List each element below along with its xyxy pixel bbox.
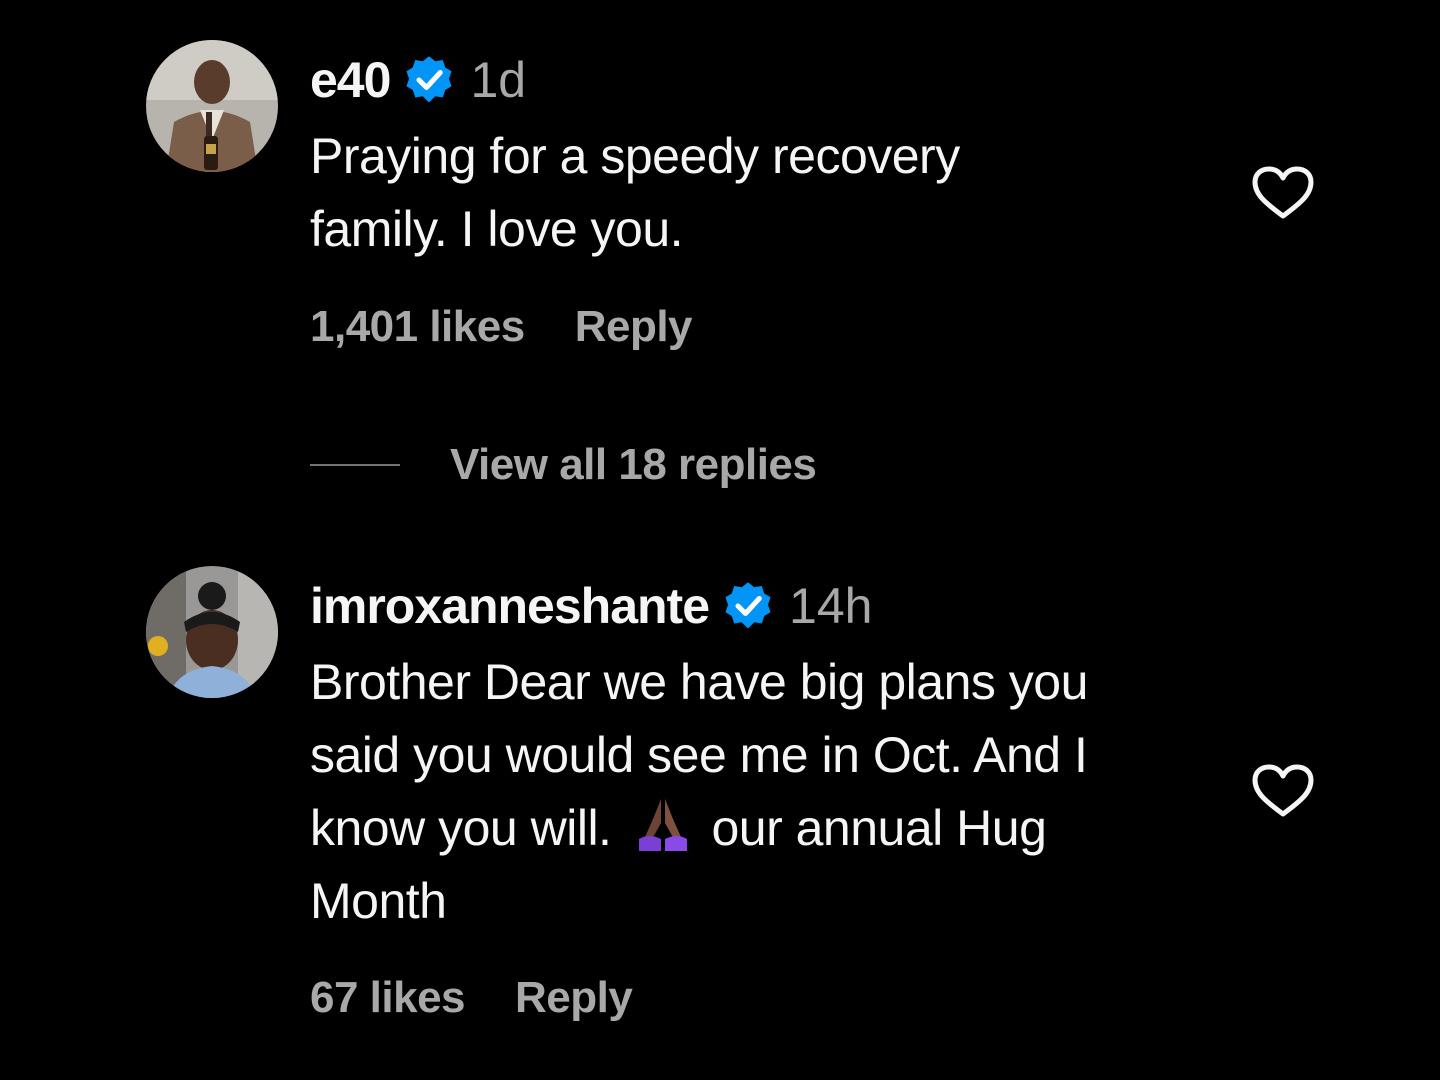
verified-badge-icon — [725, 582, 771, 629]
verified-badge-icon — [406, 56, 452, 103]
profile-photo-e40 — [146, 40, 278, 172]
likes-count[interactable]: 67 likes — [310, 973, 466, 1023]
username[interactable]: imroxanneshante — [310, 577, 710, 635]
timestamp: 14h — [789, 578, 873, 634]
folded-hands-emoji-icon — [639, 799, 688, 851]
comment-actions: 67 likes Reply — [310, 973, 633, 1023]
reply-button[interactable]: Reply — [575, 302, 693, 352]
view-replies-link[interactable]: View all 18 replies — [310, 440, 817, 490]
heart-outline-icon[interactable] — [1250, 762, 1316, 820]
comment-header: e40 1d — [310, 50, 526, 110]
view-replies-label: View all 18 replies — [450, 440, 817, 489]
likes-count[interactable]: 1,401 likes — [310, 302, 525, 352]
replies-divider — [310, 464, 400, 466]
avatar[interactable] — [146, 566, 278, 698]
comment-actions: 1,401 likes Reply — [310, 302, 693, 352]
comment-header: imroxanneshante 14h — [310, 576, 872, 636]
comment-text: Praying for a speedy recovery family. I … — [310, 128, 960, 257]
comment-text: Brother Dear we have big plans you said … — [310, 646, 1088, 938]
reply-button[interactable]: Reply — [515, 973, 633, 1023]
timestamp: 1d — [470, 52, 527, 108]
heart-outline-icon[interactable] — [1250, 164, 1316, 222]
avatar[interactable] — [146, 40, 278, 172]
username[interactable]: e40 — [310, 51, 391, 109]
profile-photo-imroxanneshante — [146, 566, 278, 698]
